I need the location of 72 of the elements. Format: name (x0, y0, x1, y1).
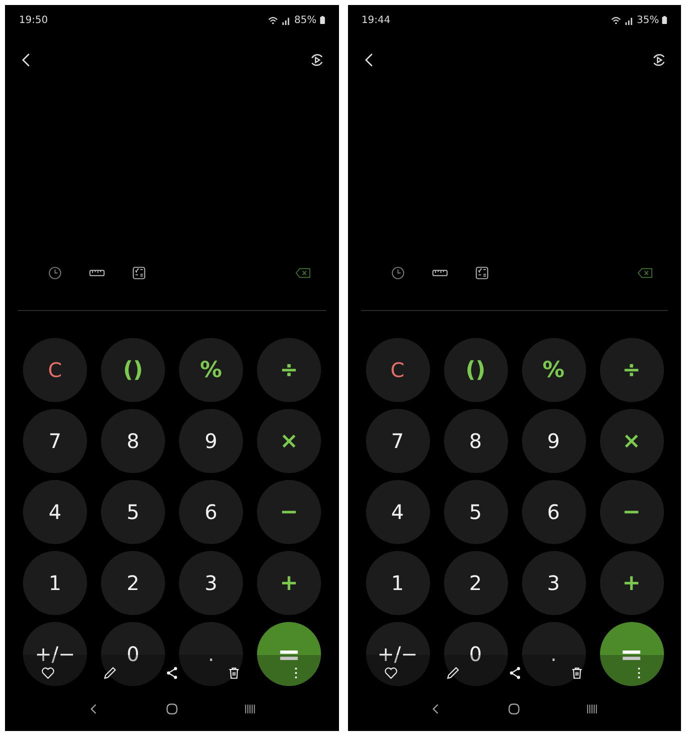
calculator-key[interactable]: ÷ (600, 338, 664, 402)
scientific-keypad-icon[interactable] (474, 266, 490, 280)
recent-apps-icon[interactable] (242, 702, 257, 716)
recent-apps-icon[interactable] (585, 702, 600, 716)
battery-icon (320, 16, 324, 24)
calculator-key[interactable]: 6 (179, 480, 243, 544)
calculator-key[interactable]: +/− (366, 622, 430, 686)
status-time: 19:50 (19, 14, 48, 26)
share-icon[interactable] (165, 666, 179, 680)
calculator-key[interactable]: 2 (101, 551, 165, 615)
signal-icon (281, 16, 292, 24)
calculator-key[interactable]: − (257, 480, 321, 544)
signal-icon (624, 16, 634, 24)
wifi-icon (268, 16, 278, 24)
calculator-key[interactable]: C (23, 338, 87, 402)
backspace-icon[interactable] (637, 266, 653, 280)
calculator-key[interactable]: 3 (522, 551, 586, 615)
calculator-key[interactable]: + (257, 551, 321, 615)
calculator-key[interactable]: 8 (444, 409, 508, 473)
share-icon[interactable] (508, 666, 522, 680)
calculator-key[interactable]: + (600, 551, 664, 615)
calculator-key[interactable]: 7 (23, 409, 87, 473)
calculator-key[interactable]: C (366, 338, 430, 402)
calculator-key[interactable]: 7 (366, 409, 430, 473)
calculator-key[interactable]: 6 (522, 480, 586, 544)
scientific-keypad-icon[interactable] (131, 266, 147, 280)
calculator-key[interactable]: 4 (23, 480, 87, 544)
calculator-key[interactable]: +/− (23, 622, 87, 686)
calculator-key[interactable]: × (600, 409, 664, 473)
calculator-key[interactable]: () (444, 338, 508, 402)
calculator-key[interactable]: 1 (23, 551, 87, 615)
calculator-key[interactable]: 0 (101, 622, 165, 686)
heart-icon[interactable] (41, 666, 55, 680)
calculator-key[interactable]: − (600, 480, 664, 544)
wifi-icon (610, 16, 621, 24)
calculator-key[interactable]: 5 (101, 480, 165, 544)
status-time: 19:44 (362, 14, 390, 26)
calculator-key[interactable]: 1 (366, 551, 430, 615)
calculator-key[interactable]: 8 (101, 409, 165, 473)
calculator-key[interactable]: = (257, 622, 321, 686)
battery-level: 35% (636, 14, 659, 26)
calculator-key[interactable]: () (101, 338, 165, 402)
calculator-key[interactable]: 5 (444, 480, 508, 544)
backspace-icon[interactable] (294, 266, 310, 280)
calculator-key[interactable]: 9 (179, 409, 243, 473)
home-icon[interactable] (164, 702, 179, 716)
calculator-key[interactable]: 2 (444, 551, 508, 615)
history-clock-icon[interactable] (47, 266, 63, 280)
trash-icon[interactable] (227, 666, 241, 680)
heart-icon[interactable] (384, 666, 398, 680)
more-options-icon[interactable] (636, 666, 640, 680)
calculator-key[interactable]: 3 (179, 551, 243, 615)
pencil-icon[interactable] (446, 666, 460, 680)
calculator-key[interactable]: × (257, 409, 321, 473)
calculator-key[interactable]: ÷ (257, 338, 321, 402)
more-options-icon[interactable] (294, 666, 298, 680)
mode-switch-icon[interactable] (308, 52, 324, 68)
pencil-icon[interactable] (103, 666, 117, 680)
calculator-key[interactable]: = (600, 622, 664, 686)
trash-icon[interactable] (570, 666, 584, 680)
history-clock-icon[interactable] (390, 266, 406, 280)
battery-level: 85% (294, 14, 316, 26)
battery-icon (662, 16, 667, 24)
calculator-key[interactable]: . (522, 622, 586, 686)
calculator-key[interactable]: % (179, 338, 243, 402)
home-icon[interactable] (507, 702, 522, 716)
calculator-key[interactable]: 4 (366, 480, 430, 544)
calculator-key[interactable]: . (179, 622, 243, 686)
calculator-key[interactable]: 9 (522, 409, 586, 473)
calculator-key[interactable]: % (522, 338, 586, 402)
mode-switch-icon[interactable] (651, 52, 667, 68)
calculator-key[interactable]: 0 (444, 622, 508, 686)
